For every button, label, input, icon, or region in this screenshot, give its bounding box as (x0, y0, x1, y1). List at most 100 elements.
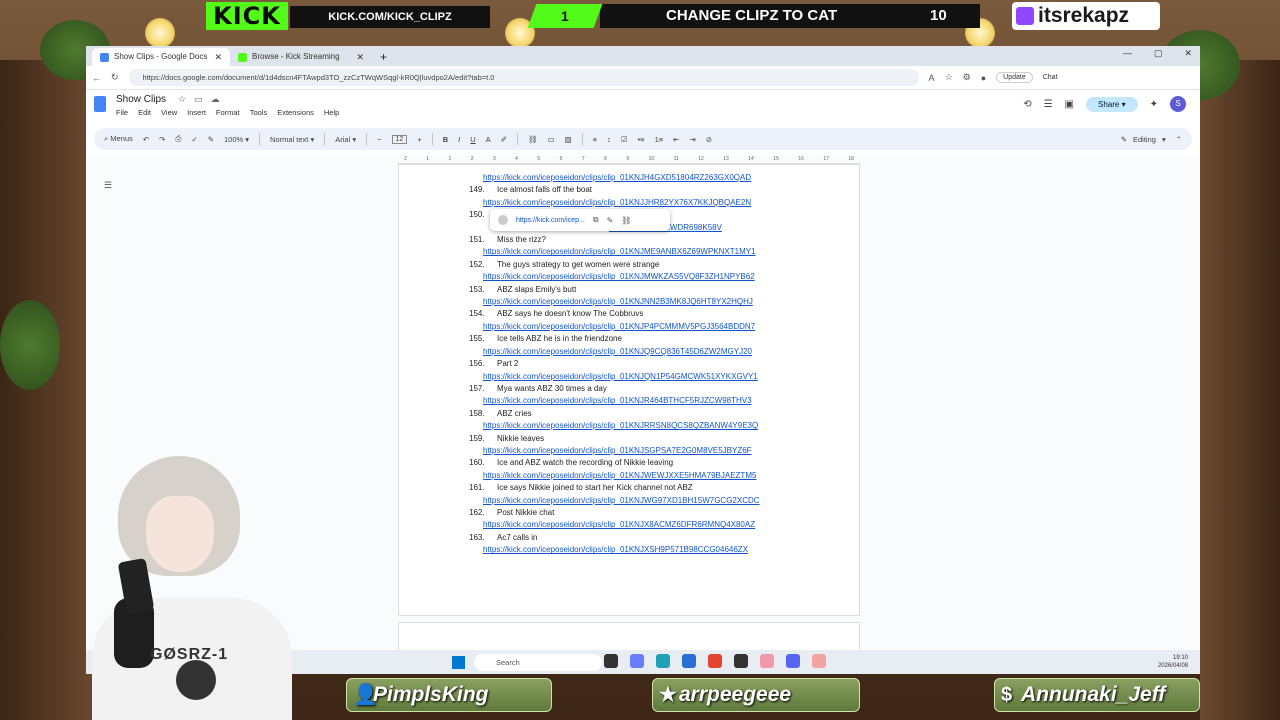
text-color-icon[interactable]: A (486, 135, 491, 144)
image-icon[interactable]: ▨ (565, 135, 572, 144)
move-folder-icon[interactable]: ▭ (194, 94, 203, 105)
clip-link[interactable]: https://kick.com/iceposeidon/clips/clip_… (469, 197, 760, 209)
collapse-toolbar-icon[interactable]: ⌃ (1176, 135, 1182, 144)
menus-search[interactable]: ⌕ Menus (104, 134, 133, 144)
editing-mode-select[interactable]: ✎ Editing ▾ (1121, 135, 1166, 144)
tab-show-clips[interactable]: Show Clips - Google Docs ✕ (92, 48, 230, 66)
spellcheck-icon[interactable]: ✓ (191, 135, 197, 144)
meet-icon[interactable]: ▣ (1065, 99, 1074, 110)
clip-link[interactable]: https://kick.com/iceposeidon/clips/clip_… (469, 246, 760, 258)
close-icon[interactable]: ✕ (356, 48, 364, 66)
numbered-list-icon[interactable]: 1≡ (655, 135, 664, 144)
link-icon[interactable]: ⛓ (528, 135, 538, 144)
popup-url[interactable]: https://kick.com/icep... (516, 217, 585, 224)
twitch-handle: itsrekapz (1012, 2, 1160, 30)
chat-button[interactable]: Chat (1043, 74, 1058, 81)
menu-insert[interactable]: Insert (187, 108, 206, 117)
underline-icon[interactable]: U (470, 135, 475, 144)
bulleted-list-icon[interactable]: •≡ (638, 135, 645, 144)
edge-icon[interactable] (656, 654, 670, 668)
clip-link[interactable]: https://kick.com/iceposeidon/clips/clip_… (469, 445, 760, 457)
clip-link[interactable]: https://kick.com/iceposeidon/clips/clip_… (469, 519, 760, 531)
line-spacing-icon[interactable]: ↕ (607, 135, 611, 144)
extensions-icon[interactable]: ⚙ (963, 72, 971, 83)
style-select[interactable]: Normal text ▾ (270, 135, 314, 144)
history-icon[interactable]: ⟲ (1023, 99, 1031, 110)
clip-link[interactable]: https://kick.com/iceposeidon/clips/clip_… (469, 544, 760, 556)
browser-active-icon[interactable] (812, 654, 826, 668)
clip-link[interactable]: https://kick.com/iceposeidon/clips/clip_… (469, 346, 760, 358)
indent-decrease-icon[interactable]: ⇤ (673, 135, 679, 144)
menu-file[interactable]: File (116, 108, 128, 117)
close-window-icon[interactable]: ✕ (1184, 48, 1192, 59)
checklist-icon[interactable]: ☑ (621, 135, 628, 144)
obs-icon[interactable] (734, 654, 748, 668)
edit-link-icon[interactable]: ✎ (607, 216, 614, 225)
back-icon[interactable]: ← (92, 73, 101, 83)
translate-icon[interactable]: A (929, 73, 935, 83)
store-icon[interactable] (682, 654, 696, 668)
clip-link[interactable]: https://kick.com/iceposeidon/clips/clip_… (469, 296, 760, 308)
close-icon[interactable]: ✕ (214, 48, 222, 66)
star-icon[interactable]: ☆ (178, 94, 186, 105)
address-bar[interactable]: https://docs.google.com/document/d/1d4ds… (128, 69, 919, 86)
discord-icon[interactable] (786, 654, 800, 668)
remove-link-icon[interactable]: ⛓ (621, 216, 631, 225)
menu-help[interactable]: Help (324, 108, 339, 117)
comments-icon[interactable]: ☰ (1044, 99, 1053, 110)
cloud-status-icon[interactable]: ☁ (211, 94, 220, 105)
gemini-icon[interactable]: ✦ (1150, 99, 1158, 110)
docs-logo-icon[interactable] (94, 96, 106, 112)
brave-icon[interactable] (708, 654, 722, 668)
menu-extensions[interactable]: Extensions (277, 108, 314, 117)
outline-icon[interactable]: ☰ (104, 180, 112, 191)
minimize-icon[interactable]: — (1123, 48, 1132, 59)
align-icon[interactable]: ≡ (593, 135, 597, 144)
clip-link[interactable]: https://kick.com/iceposeidon/clips/clip_… (469, 371, 760, 383)
clip-link[interactable]: https://kick.com/iceposeidon/clips/clip_… (469, 172, 760, 184)
italic-icon[interactable]: I (458, 135, 460, 144)
redo-icon[interactable]: ↷ (159, 135, 165, 144)
clip-link[interactable]: https://kick.com/iceposeidon/clips/clip_… (469, 420, 760, 432)
update-button[interactable]: Update (996, 72, 1033, 83)
font-size-increase-icon[interactable]: + (417, 135, 421, 144)
style-value: Normal text (270, 134, 309, 144)
highlight-icon[interactable]: ✐ (501, 135, 507, 144)
document-page[interactable]: https://kick.com/iceposeidon/clips/clip_… (398, 164, 860, 616)
maximize-icon[interactable]: ▢ (1154, 48, 1163, 59)
font-size-decrease-icon[interactable]: − (377, 135, 381, 144)
clear-format-icon[interactable]: ⊘ (706, 135, 712, 144)
font-size-input[interactable]: 12 (391, 134, 408, 144)
reload-icon[interactable]: ↻ (111, 72, 119, 83)
menu-edit[interactable]: Edit (138, 108, 151, 117)
new-tab-button[interactable]: + (372, 48, 395, 66)
app-icon[interactable] (760, 654, 774, 668)
doc-title[interactable]: Show Clips (116, 94, 166, 105)
comment-icon[interactable]: ▭ (547, 135, 554, 144)
avatar[interactable]: S (1170, 96, 1186, 112)
clip-link[interactable]: https://kick.com/iceposeidon/clips/clip_… (469, 495, 760, 507)
menu-tools[interactable]: Tools (250, 108, 268, 117)
clip-link[interactable]: https://kick.com/iceposeidon/clips/clip_… (469, 321, 760, 333)
indent-increase-icon[interactable]: ⇥ (689, 135, 695, 144)
menu-view[interactable]: View (161, 108, 177, 117)
tab-kick[interactable]: Browse - Kick Streaming ✕ (230, 48, 372, 66)
clip-link[interactable]: https://kick.com/iceposeidon/clips/clip_… (469, 470, 760, 482)
menu-format[interactable]: Format (216, 108, 240, 117)
font-select[interactable]: Arial ▾ (335, 135, 356, 144)
copilot-icon[interactable] (630, 654, 644, 668)
clip-link[interactable]: https://kick.com/iceposeidon/clips/clip_… (469, 271, 760, 283)
bookmark-star-icon[interactable]: ☆ (945, 72, 953, 83)
bold-icon[interactable]: B (443, 135, 448, 144)
zoom-select[interactable]: 100% ▾ (224, 135, 249, 144)
paint-format-icon[interactable]: ✎ (208, 135, 214, 144)
undo-icon[interactable]: ↶ (143, 135, 149, 144)
share-button[interactable]: Share ▾ (1086, 96, 1138, 112)
copy-link-icon[interactable]: ⧉ (593, 215, 599, 225)
profile-icon[interactable]: ● (981, 73, 986, 83)
windows-start-icon[interactable] (452, 656, 465, 669)
clip-link[interactable]: https://kick.com/iceposeidon/clips/clip_… (469, 395, 760, 407)
taskbar-search[interactable]: Search (474, 654, 602, 671)
file-explorer-icon[interactable] (604, 654, 618, 668)
print-icon[interactable]: ⎙ (175, 134, 181, 144)
